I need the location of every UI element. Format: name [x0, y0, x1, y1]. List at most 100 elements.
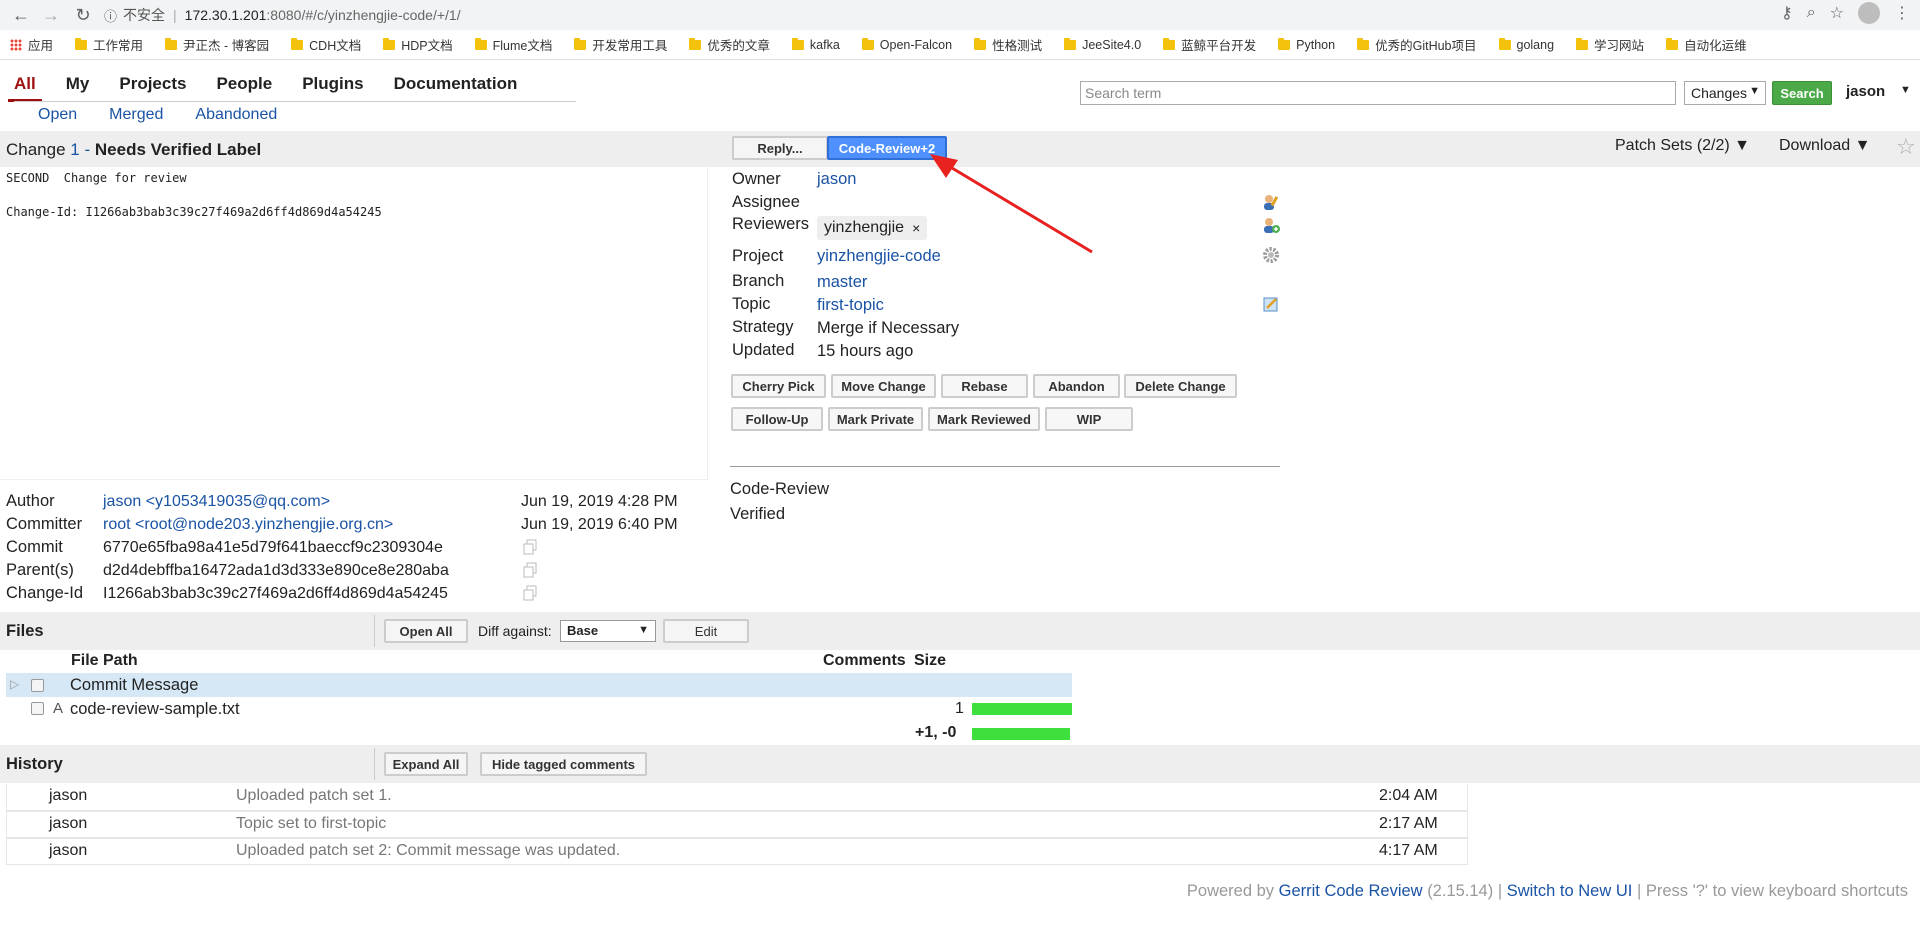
- copy-parent-icon[interactable]: [522, 562, 538, 578]
- star-icon[interactable]: ☆: [1896, 134, 1916, 160]
- edit-button[interactable]: Edit: [663, 619, 749, 643]
- reload-icon[interactable]: ↻: [70, 2, 96, 28]
- history-header: [0, 745, 1920, 783]
- download-menu[interactable]: Download ▼: [1779, 137, 1870, 155]
- tab-my[interactable]: My: [66, 74, 90, 94]
- remove-reviewer-icon[interactable]: ×: [912, 220, 920, 236]
- follow-up-button[interactable]: Follow-Up: [731, 407, 823, 431]
- change-number[interactable]: 1: [70, 140, 79, 159]
- abandon-button[interactable]: Abandon: [1033, 374, 1120, 398]
- tab-documentation[interactable]: Documentation: [394, 74, 518, 94]
- delete-change-button[interactable]: Delete Change: [1124, 374, 1237, 398]
- bookmark-item[interactable]: 性格测试: [974, 35, 1042, 54]
- forward-icon[interactable]: →: [38, 2, 64, 28]
- bookmark-item[interactable]: 工作常用: [75, 35, 143, 54]
- search-scope-select[interactable]: Changes ▼: [1684, 81, 1766, 105]
- folder-icon: [689, 37, 702, 50]
- project-link[interactable]: yinzhengjie-code: [817, 247, 941, 266]
- back-icon[interactable]: ←: [8, 2, 34, 28]
- expand-all-button[interactable]: Expand All: [384, 752, 468, 776]
- history-row[interactable]: jason Uploaded patch set 1. 2:04 AM: [6, 784, 1468, 811]
- assignee-label: Assignee: [732, 193, 800, 211]
- history-row[interactable]: jason Topic set to first-topic 2:17 AM: [6, 811, 1468, 838]
- rebase-button[interactable]: Rebase: [941, 374, 1028, 398]
- subnav-open[interactable]: Open: [38, 106, 77, 124]
- patch-sets-menu[interactable]: Patch Sets (2/2) ▼: [1615, 137, 1750, 155]
- file-path-link[interactable]: code-review-sample.txt: [70, 700, 240, 719]
- topic-link[interactable]: first-topic: [817, 296, 884, 315]
- tab-all[interactable]: All: [8, 74, 42, 102]
- folder-icon: [1576, 37, 1589, 50]
- bookmark-label: HDP文档: [401, 39, 453, 53]
- copy-changeid-icon[interactable]: [522, 585, 538, 601]
- subnav-merged[interactable]: Merged: [109, 106, 163, 124]
- address-bar[interactable]: ⓘ 不安全 | 172.30.1.201:8080/#/c/yinzhengji…: [104, 3, 1770, 27]
- cherry-pick-button[interactable]: Cherry Pick: [731, 374, 826, 398]
- size-bar: [972, 703, 1072, 715]
- bookmark-item[interactable]: JeeSite4.0: [1064, 37, 1141, 52]
- user-menu-caret-icon[interactable]: ▼: [1900, 84, 1911, 96]
- total-size-bar: [972, 728, 1070, 740]
- bookmark-item[interactable]: kafka: [791, 37, 840, 52]
- search-input[interactable]: Search term: [1080, 81, 1676, 105]
- bookmark-item[interactable]: Open-Falcon: [861, 37, 952, 52]
- edit-assignee-icon[interactable]: [1262, 193, 1280, 211]
- bookmark-item[interactable]: golang: [1498, 37, 1554, 52]
- key-icon[interactable]: ⚷: [1781, 3, 1793, 23]
- owner-label: Owner: [732, 170, 781, 188]
- copy-commit-icon[interactable]: [522, 539, 538, 555]
- bookmark-item[interactable]: 蓝鲸平台开发: [1163, 35, 1256, 54]
- change-prefix: Change: [6, 140, 66, 159]
- bookmark-item[interactable]: 自动化运维: [1666, 35, 1747, 54]
- author-label: Author: [6, 492, 55, 510]
- move-change-button[interactable]: Move Change: [831, 374, 936, 398]
- edit-topic-icon[interactable]: [1262, 295, 1280, 313]
- menu-dots-icon[interactable]: ⋮: [1894, 3, 1910, 23]
- diff-against-select[interactable]: Base ▼: [560, 620, 656, 642]
- file-path-link[interactable]: Commit Message: [70, 676, 198, 695]
- author-link[interactable]: jason <y1053419035@qq.com>: [103, 493, 330, 511]
- switch-ui-link[interactable]: Switch to New UI: [1507, 882, 1633, 900]
- bookmark-item[interactable]: 开发常用工具: [574, 35, 667, 54]
- tab-projects[interactable]: Projects: [119, 74, 186, 94]
- search-button[interactable]: Search: [1772, 81, 1832, 105]
- add-reviewer-icon[interactable]: [1262, 216, 1280, 234]
- mark-reviewed-button[interactable]: Mark Reviewed: [928, 407, 1040, 431]
- bookmark-item[interactable]: 优秀的文章: [689, 35, 770, 54]
- mark-private-button[interactable]: Mark Private: [828, 407, 923, 431]
- bookmark-label: CDH文档: [309, 39, 362, 53]
- download-caret-icon: ▼: [1854, 137, 1871, 154]
- bookmark-item[interactable]: CDH文档: [291, 35, 361, 54]
- bookmark-item[interactable]: 尹正杰 - 博客园: [165, 35, 269, 54]
- reviewer-name[interactable]: yinzhengjie: [824, 219, 904, 237]
- hide-tagged-comments-button[interactable]: Hide tagged comments: [480, 752, 647, 776]
- expand-arrow-icon[interactable]: ▷: [10, 677, 19, 691]
- apps-shortcut[interactable]: 应用: [10, 35, 53, 54]
- footer-separator: |: [1636, 882, 1642, 900]
- project-settings-gear-icon[interactable]: [1262, 246, 1280, 264]
- bookmark-item[interactable]: Python: [1278, 37, 1335, 52]
- history-row[interactable]: jason Uploaded patch set 2: Commit messa…: [6, 838, 1468, 865]
- bookmark-item[interactable]: HDP文档: [383, 35, 453, 54]
- reviewed-checkbox[interactable]: [31, 679, 44, 692]
- tab-people[interactable]: People: [216, 74, 272, 94]
- bookmark-item[interactable]: Flume文档: [474, 35, 552, 54]
- wip-button[interactable]: WIP: [1045, 407, 1133, 431]
- bookmark-item[interactable]: 优秀的GitHub项目: [1357, 35, 1477, 54]
- bookmark-star-icon[interactable]: ☆: [1830, 3, 1844, 23]
- bookmark-label: 开发常用工具: [592, 39, 668, 53]
- owner-link[interactable]: jason: [817, 170, 856, 189]
- bookmark-item[interactable]: 学习网站: [1576, 35, 1644, 54]
- reviewed-checkbox[interactable]: [31, 702, 44, 715]
- user-menu[interactable]: jason: [1846, 83, 1885, 100]
- tab-plugins[interactable]: Plugins: [302, 74, 363, 94]
- footer: Powered by Gerrit Code Review (2.15.14) …: [1187, 882, 1908, 901]
- open-all-button[interactable]: Open All: [384, 619, 468, 643]
- zoom-icon[interactable]: ⌕: [1807, 4, 1816, 22]
- reply-button[interactable]: Reply...: [732, 136, 828, 160]
- profile-avatar-icon[interactable]: [1858, 2, 1880, 24]
- subnav-abandoned[interactable]: Abandoned: [195, 106, 277, 124]
- committer-link[interactable]: root <root@node203.yinzhengjie.org.cn>: [103, 516, 393, 534]
- branch-link[interactable]: master: [817, 273, 867, 292]
- gerrit-link[interactable]: Gerrit Code Review: [1279, 882, 1423, 900]
